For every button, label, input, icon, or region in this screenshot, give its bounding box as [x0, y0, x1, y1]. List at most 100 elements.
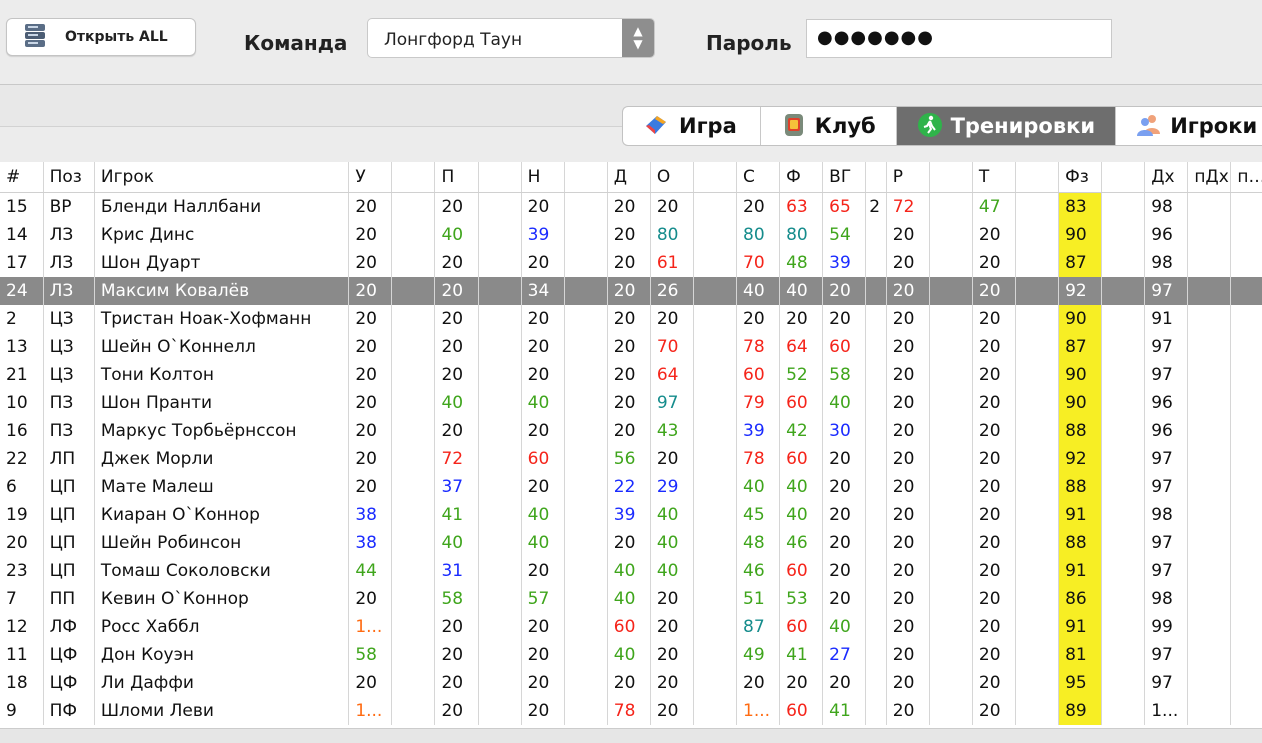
cell-u: 58: [348, 640, 392, 669]
cell-u: 20: [348, 192, 392, 221]
table-row[interactable]: 18 ЦФ Ли Даффи 20 20 20 20 20 20 20 20 20 20 95 97: [0, 668, 1262, 697]
column-header[interactable]: С: [736, 162, 780, 193]
horizontal-scrollbar[interactable]: [0, 728, 1262, 743]
cell-empty: [1230, 696, 1262, 725]
cell-f: 40: [779, 500, 823, 529]
column-header[interactable]: [563, 162, 608, 193]
open-all-button[interactable]: Открыть ALL: [6, 18, 196, 56]
table-row[interactable]: 22 ЛП Джек Морли 20 72 60 56 20 78 60 20 20 20 92 97: [0, 444, 1262, 473]
cell-t: 20: [971, 500, 1016, 529]
column-header[interactable]: пДх: [1187, 162, 1231, 193]
cell-empty: [1230, 360, 1262, 389]
column-header[interactable]: [928, 162, 973, 193]
cell-r: 20: [885, 304, 930, 333]
cell-u: 20: [348, 416, 392, 445]
table-row[interactable]: 13 ЦЗ Шейн О`Коннелл 20 20 20 20 70 78 64 60 20 20 87…: [0, 332, 1262, 361]
cell-fz: 91: [1058, 500, 1102, 529]
column-header[interactable]: Фз: [1058, 162, 1102, 193]
cell-empty: [928, 444, 973, 473]
cell-empty: [1101, 500, 1145, 529]
table-row[interactable]: 19 ЦП Киаран О`Коннор 38 41 40 39 40 45 40 20 20 20 9…: [0, 500, 1262, 529]
cell-pos: ПЗ: [42, 416, 95, 445]
cell-p: 20: [434, 332, 479, 361]
column-header[interactable]: Ф: [779, 162, 823, 193]
cell-name: Маркус Торбьёрнссон: [93, 416, 349, 445]
table-row[interactable]: 17 ЛЗ Шон Дуарт 20 20 20 20 61 70 48 39 20 20 87 98: [0, 248, 1262, 277]
column-header[interactable]: Р: [885, 162, 930, 193]
cell-num: 11: [6, 644, 28, 665]
table-row[interactable]: 24 ЛЗ Максим Ковалёв 20 20 34 20 26 40 40 20 20 20 92…: [0, 276, 1262, 305]
column-header[interactable]: [692, 162, 737, 193]
column-header[interactable]: О: [649, 162, 694, 193]
cell-s: 39: [736, 416, 780, 445]
table-row[interactable]: 12 ЛФ Росс Хаббл 1... 20 20 60 20 87 60 40 20 20 91 99: [0, 612, 1262, 641]
column-header[interactable]: [865, 162, 887, 193]
cell-d: 39: [606, 500, 651, 529]
cell-n: 20: [520, 640, 565, 669]
cell-f: 20: [779, 304, 823, 333]
column-header[interactable]: #: [0, 162, 44, 193]
column-header[interactable]: пФз: [1230, 162, 1262, 193]
cell-empty: [1187, 360, 1231, 389]
table-row[interactable]: 11 ЦФ Дон Коуэн 58 20 20 40 20 49 41 27 20 20 81 97: [0, 640, 1262, 669]
cell-u: 20: [348, 472, 392, 501]
cell-empty: [692, 556, 737, 585]
cell-r: 72: [885, 192, 930, 221]
column-header[interactable]: [391, 162, 435, 193]
table-row[interactable]: 20 ЦП Шейн Робинсон 38 40 40 20 40 48 46 20 20 20 88 9…: [0, 528, 1262, 557]
column-header[interactable]: Дх: [1144, 162, 1188, 193]
table-row[interactable]: 21 ЦЗ Тони Колтон 20 20 20 20 64 60 52 58 20 20 90 97: [0, 360, 1262, 389]
cell-s: 40: [736, 472, 780, 501]
cell-dh: 97: [1144, 528, 1188, 557]
tab-game[interactable]: Игра: [623, 107, 761, 145]
cell-empty: [928, 388, 973, 417]
cell-empty: [563, 444, 608, 473]
column-header[interactable]: [1014, 162, 1059, 193]
table-row[interactable]: 23 ЦП Томаш Соколовски 44 31 20 40 40 46 60 20 20 20…: [0, 556, 1262, 585]
table-row[interactable]: 15 ВР Бленди Наллбани 20 20 20 20 20 20 63 65 2 72 47…: [0, 192, 1262, 221]
table-row[interactable]: 10 ПЗ Шон Пранти 20 40 40 20 97 79 60 40 20 20 90 96: [0, 388, 1262, 417]
column-header[interactable]: [1101, 162, 1145, 193]
column-header[interactable]: Игрок: [93, 162, 349, 193]
cell-t: 20: [971, 528, 1016, 557]
cell-pos: ЛФ: [42, 612, 95, 641]
column-header[interactable]: Н: [520, 162, 565, 193]
column-header[interactable]: Т: [971, 162, 1016, 193]
cell-p: 20: [434, 668, 479, 697]
cell-f: 40: [779, 472, 823, 501]
tab-training[interactable]: Тренировки: [896, 107, 1117, 145]
cell-empty: [1230, 500, 1262, 529]
column-header[interactable]: П: [434, 162, 479, 193]
table-row[interactable]: 2 ЦЗ Тристан Ноак-Хофманн 20 20 20 20 20 20 20 20 2…: [0, 304, 1262, 333]
table-row[interactable]: 16 ПЗ Маркус Торбьёрнссон 20 20 20 20 43 39 42 30 2…: [0, 416, 1262, 445]
column-header[interactable]: Поз: [42, 162, 95, 193]
team-select[interactable]: Лонгфорд Таун ▲ ▼: [367, 18, 655, 58]
tab-players[interactable]: Игроки: [1116, 107, 1262, 145]
cell-n: 39: [520, 220, 565, 249]
cell-empty: [563, 668, 608, 697]
cell-n: 20: [520, 556, 565, 585]
column-header[interactable]: У: [348, 162, 392, 193]
password-field[interactable]: ●●●●●●●: [806, 19, 1112, 58]
table-row[interactable]: 9 ПФ Шломи Леви 1... 20 20 78 20 1... 60 41 20 20 89 1…: [0, 696, 1262, 725]
cell-empty: [1187, 192, 1231, 221]
tab-club[interactable]: Клуб: [761, 107, 897, 145]
cell-vg2: [865, 556, 887, 585]
cell-empty: [563, 416, 608, 445]
table-row[interactable]: 7 ПП Кевин О`Коннор 20 58 57 40 20 51 53 20 20 20 86 9…: [0, 584, 1262, 613]
cell-d: 20: [606, 304, 651, 333]
cell-pos: ЛП: [42, 444, 95, 473]
table-row[interactable]: 6 ЦП Мате Малеш 20 37 20 22 29 40 40 20 20 20 88 97: [0, 472, 1262, 501]
cell-empty: [1187, 444, 1231, 473]
cell-name: Шломи Леви: [93, 696, 349, 725]
cell-p: 20: [434, 360, 479, 389]
column-header[interactable]: ВГ: [822, 162, 866, 193]
table-header: #ПозИгрокУ П Н ДО СФВГ Р Т Фз ДхпДхпФз: [0, 162, 1262, 193]
cell-r: 20: [885, 556, 930, 585]
column-header[interactable]: Д: [606, 162, 651, 193]
table-row[interactable]: 14 ЛЗ Крис Динс 20 40 39 20 80 80 80 54 20 20 90 96: [0, 220, 1262, 249]
cell-empty: [1101, 248, 1145, 277]
cell-empty: [563, 556, 608, 585]
column-header[interactable]: [477, 162, 522, 193]
cell-p: 31: [434, 556, 479, 585]
